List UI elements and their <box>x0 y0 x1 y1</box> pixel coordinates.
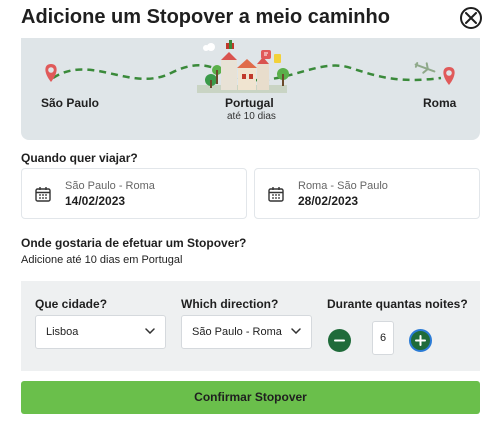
increase-nights-button[interactable] <box>409 329 432 352</box>
direction-label: Which direction? <box>181 297 279 311</box>
nights-label: Durante quantas noites? <box>327 297 468 311</box>
direction-select-value: São Paulo - Roma <box>192 326 282 338</box>
confirm-stopover-label: Confirmar Stopover <box>194 390 307 404</box>
direction-select[interactable]: São Paulo - Roma <box>181 315 312 349</box>
city-select[interactable]: Lisboa <box>35 315 166 349</box>
stopover-duration-note: até 10 dias <box>227 111 276 122</box>
outbound-date: 14/02/2023 <box>65 194 126 208</box>
chevron-down-icon <box>291 328 301 334</box>
stopover-subtitle: Adicione até 10 dias em Portugal <box>21 254 183 266</box>
modal-title: Adicione um Stopover a meio caminho <box>21 6 390 28</box>
calendar-icon <box>268 187 284 202</box>
plus-icon <box>415 335 426 346</box>
stopover-question-label: Onde gostaria de efetuar um Stopover? <box>21 236 247 250</box>
nights-value: 6 <box>379 332 387 344</box>
travel-dates-label: Quando quer viajar? <box>21 151 138 165</box>
modal-header: Adicione um Stopover a meio caminho <box>0 0 500 38</box>
stopover-country: Portugal <box>225 96 274 110</box>
origin-city: São Paulo <box>41 96 100 110</box>
location-pin-icon <box>443 67 455 85</box>
close-icon <box>465 12 477 24</box>
nights-stepper-field[interactable]: 6 <box>372 321 394 355</box>
minus-icon <box>334 339 345 342</box>
return-route: Roma - São Paulo <box>298 180 388 192</box>
return-date-card[interactable]: Roma - São Paulo 28/02/2023 <box>254 168 480 219</box>
chevron-down-icon <box>145 328 155 334</box>
return-date: 28/02/2023 <box>298 194 359 208</box>
calendar-icon <box>35 187 51 202</box>
stopover-options-panel: Que cidade? Lisboa Which direction? São … <box>21 281 480 371</box>
city-label: Que cidade? <box>35 297 108 311</box>
city-select-value: Lisboa <box>46 326 79 338</box>
route-map-panel: São Paulo Portugal até 10 dias Roma <box>21 38 480 140</box>
decrease-nights-button[interactable] <box>328 329 351 352</box>
airplane-icon <box>414 62 436 74</box>
route-map <box>45 40 455 93</box>
location-pin-icon <box>45 64 57 82</box>
confirm-stopover-button[interactable]: Confirmar Stopover <box>21 381 480 414</box>
close-button[interactable] <box>460 7 482 29</box>
outbound-date-card[interactable]: São Paulo - Roma 14/02/2023 <box>21 168 247 219</box>
destination-city: Roma <box>423 96 457 110</box>
outbound-route: São Paulo - Roma <box>65 180 155 192</box>
